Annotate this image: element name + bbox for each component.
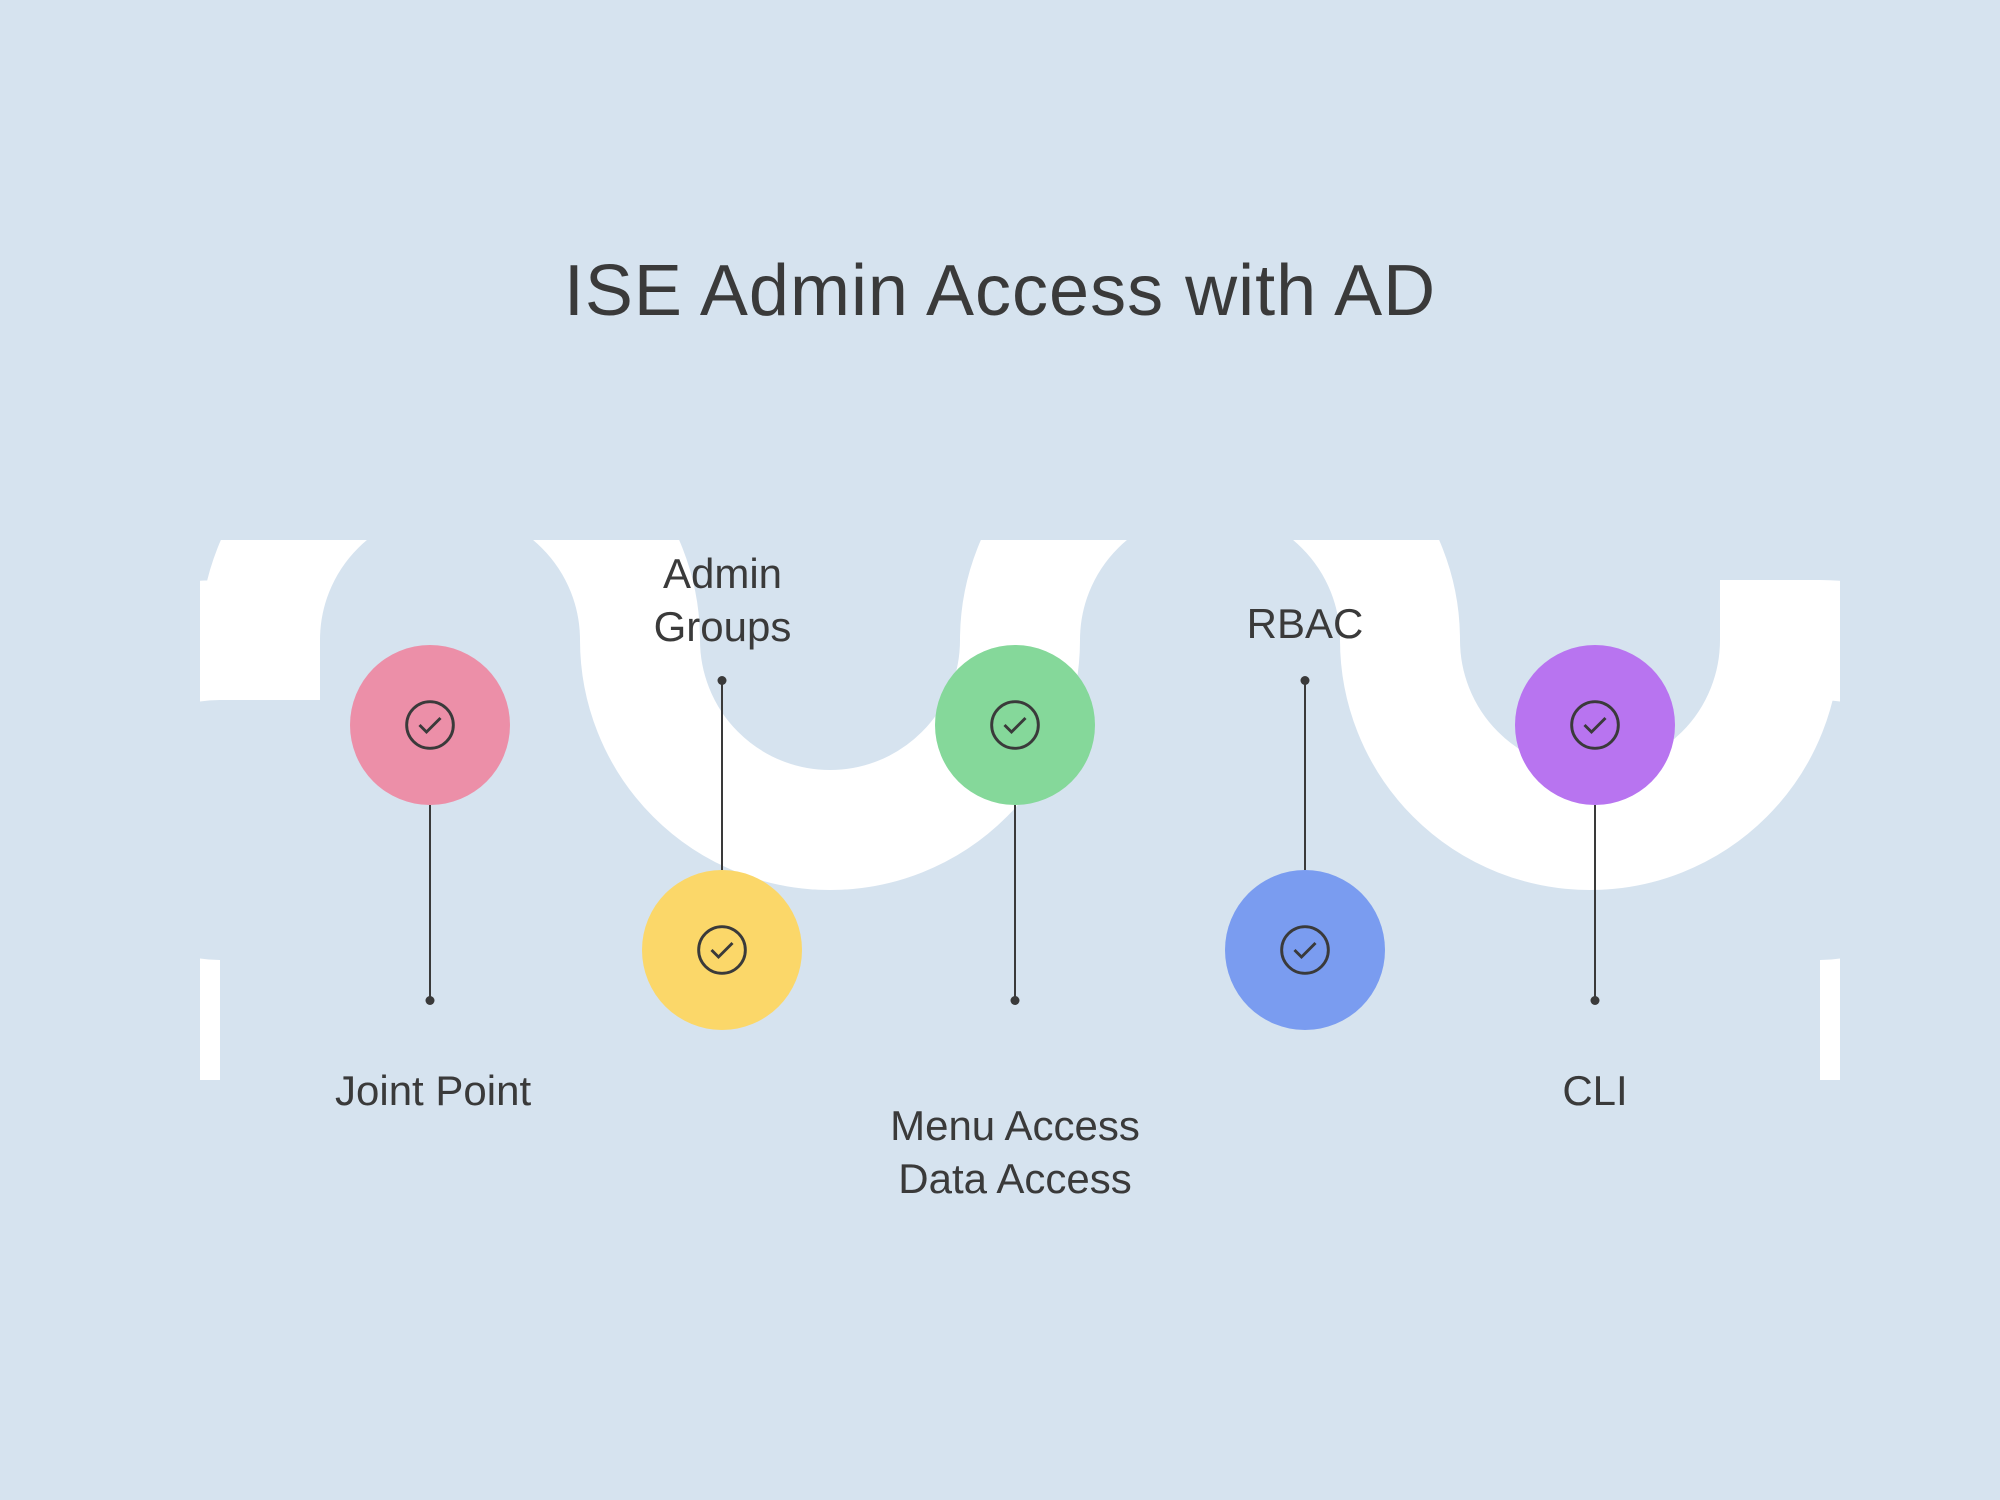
check-circle-icon [1567,697,1623,753]
check-circle-icon [402,697,458,753]
check-circle-icon [694,922,750,978]
connector [721,680,723,870]
connector [1014,805,1016,1000]
connector [429,805,431,1000]
connector-dot [1301,676,1310,685]
connector-dot [1011,996,1020,1005]
node-label-cli: CLI [1560,1065,1630,1118]
node-admin-groups [642,870,802,1030]
node-joint-point [350,645,510,805]
node-label-joint-point: Joint Point [335,1065,525,1118]
connector [1594,805,1596,1000]
connector-dot [426,996,435,1005]
check-circle-icon [1277,922,1333,978]
check-circle-icon [987,697,1043,753]
node-rbac [1225,870,1385,1030]
diagram-title: ISE Admin Access with AD [0,250,2000,332]
node-label-admin-groups: Admin Groups [640,548,805,653]
connector-dot [718,676,727,685]
node-menu-data-access [935,645,1095,805]
node-cli [1515,645,1675,805]
node-label-menu-data-access: Menu Access Data Access [880,1100,1150,1205]
connector [1304,680,1306,870]
node-label-rbac: RBAC [1245,598,1365,651]
connector-dot [1591,996,1600,1005]
